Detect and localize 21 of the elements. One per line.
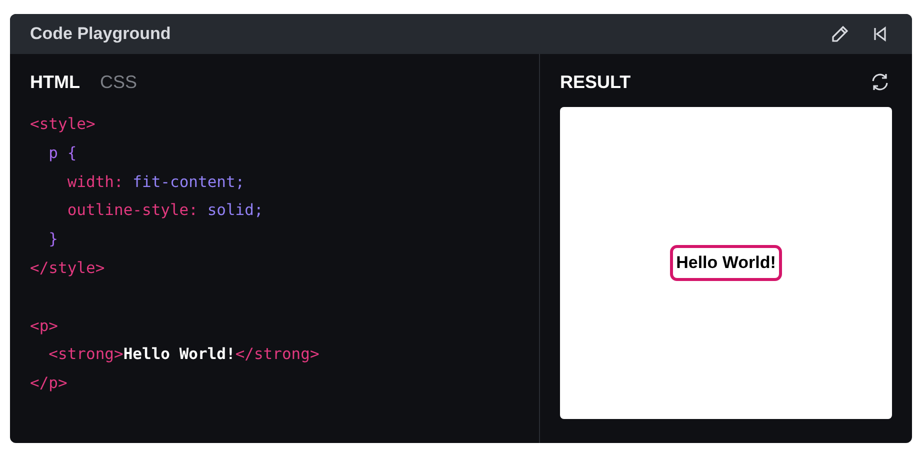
code-token: fit-content; <box>132 172 245 191</box>
refresh-icon <box>870 72 890 92</box>
code-token: } <box>48 230 58 248</box>
pencil-icon <box>830 24 850 44</box>
code-token: </p> <box>30 374 68 392</box>
window-title: Code Playground <box>30 23 171 46</box>
code-token: width: <box>66 172 124 191</box>
code-token: Hello World! <box>123 345 236 364</box>
editor-tab[interactable]: HTML <box>30 68 80 96</box>
editor-tab[interactable]: CSS <box>100 68 137 96</box>
code-token: outline-style: <box>66 201 198 220</box>
code-token: <strong> <box>48 345 124 364</box>
code-token: </style> <box>30 258 105 277</box>
code-token: <p> <box>30 316 58 335</box>
result-heading: RESULT <box>560 70 631 94</box>
skip-back-icon <box>872 26 888 42</box>
code-token: </strong> <box>235 345 320 364</box>
code-token: solid; <box>206 201 264 220</box>
code-token: <style> <box>30 115 96 133</box>
code-token: p { <box>48 144 77 162</box>
output-text: Hello World! <box>673 248 779 278</box>
